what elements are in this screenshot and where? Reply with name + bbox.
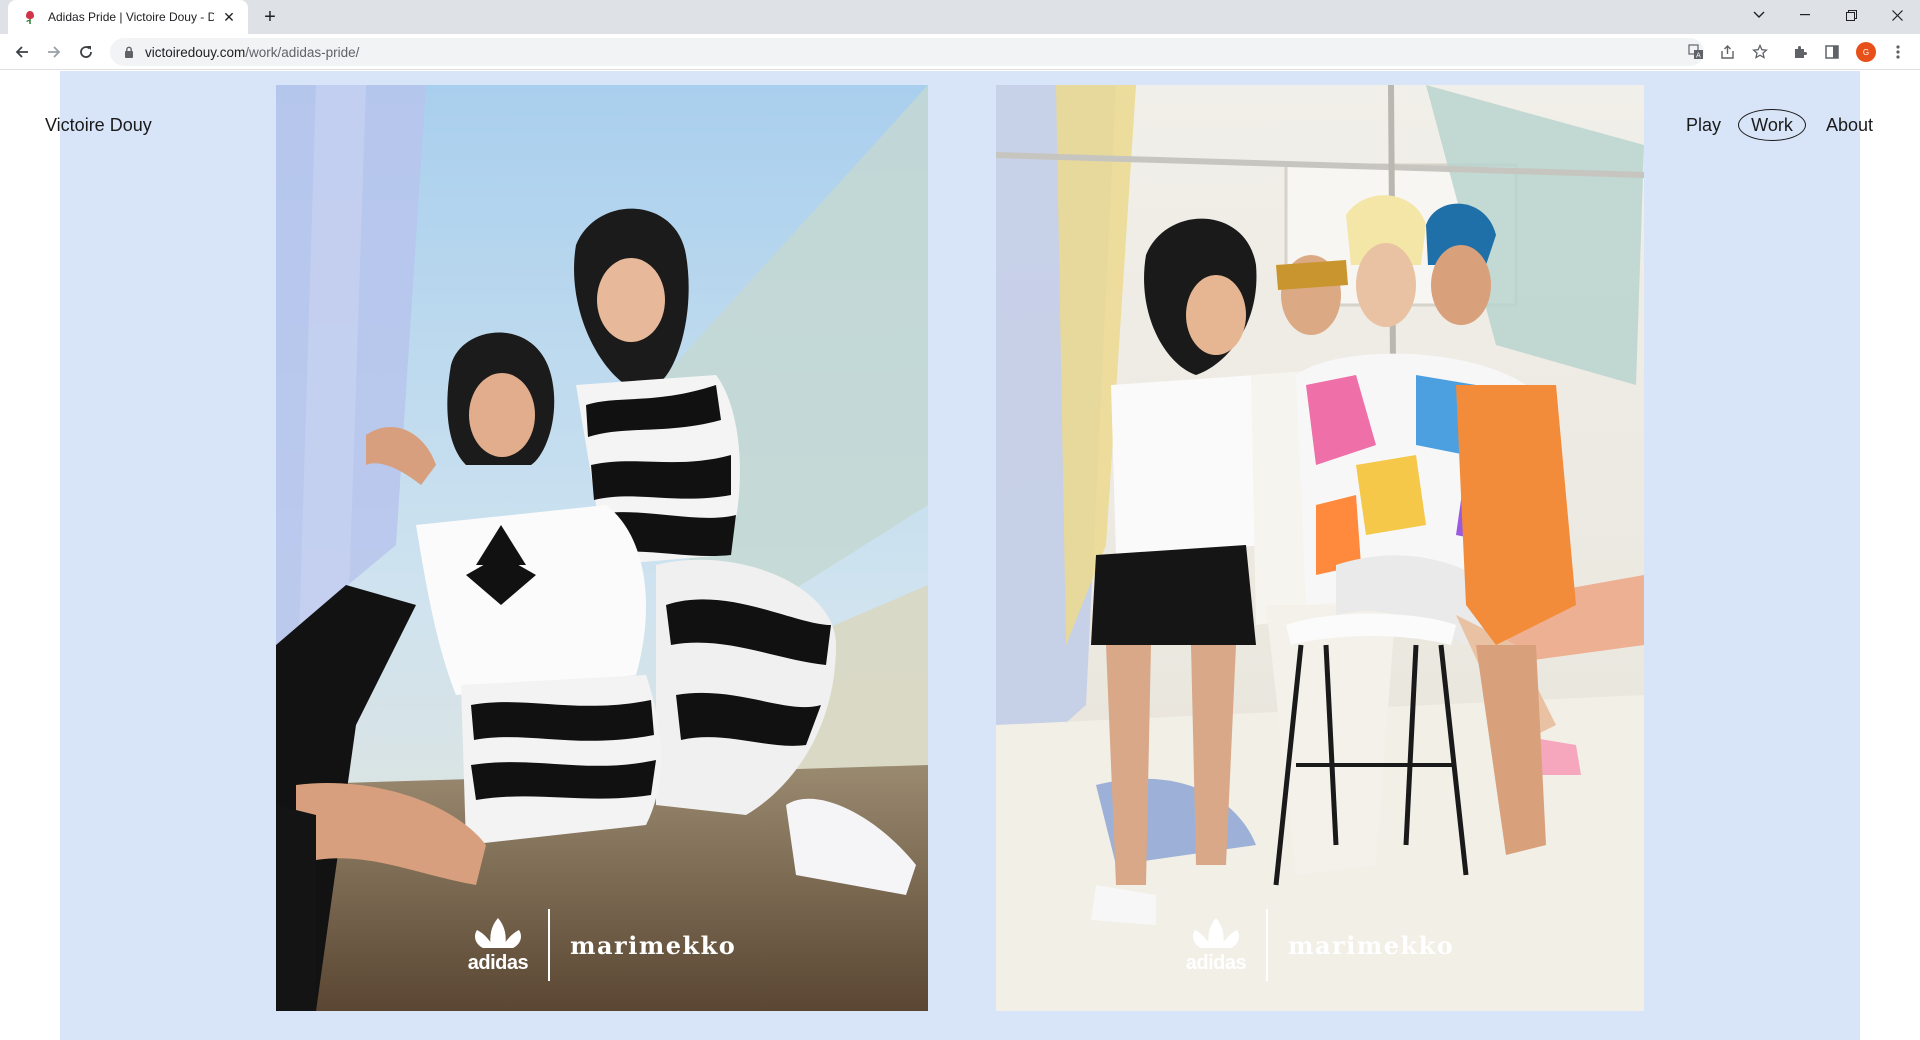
adidas-logo: adidas xyxy=(467,916,529,975)
url-text: victoiredouy.com/work/adidas-pride/ xyxy=(145,45,359,60)
new-tab-icon[interactable]: + xyxy=(258,5,282,29)
tab-strip: Adidas Pride | Victoire Douy - Des ✕ + xyxy=(0,0,1920,34)
restore-icon[interactable] xyxy=(1828,0,1874,30)
brand-left-text: adidas xyxy=(1185,951,1247,974)
page-content: adidas marimekko adidas marimekko Victoi… xyxy=(0,71,1920,1040)
brand-right-text: marimekko xyxy=(1288,930,1455,960)
url-host: victoiredouy.com xyxy=(145,44,246,60)
brand-divider xyxy=(548,909,551,981)
nav-about-link[interactable]: About xyxy=(1826,115,1873,136)
adidas-trefoil-icon xyxy=(1192,917,1239,948)
profile-initial: G xyxy=(1862,47,1870,57)
brand-left-text: adidas xyxy=(467,951,529,974)
campaign-photo-2[interactable]: adidas marimekko xyxy=(996,85,1644,1011)
address-bar[interactable]: victoiredouy.com/work/adidas-pride/ xyxy=(110,38,1704,66)
nav-play-link[interactable]: Play xyxy=(1686,115,1721,136)
back-icon[interactable] xyxy=(10,40,34,64)
svg-text:A: A xyxy=(1696,52,1701,60)
profile-avatar[interactable]: G xyxy=(1856,42,1876,62)
lock-icon[interactable] xyxy=(122,45,136,59)
kebab-menu-icon[interactable] xyxy=(1888,42,1908,62)
url-path: /work/adidas-pride/ xyxy=(245,44,360,60)
nav-work-label: Work xyxy=(1751,114,1793,135)
adidas-logo: adidas xyxy=(1185,916,1247,975)
nav-work-link[interactable]: Work xyxy=(1738,109,1806,141)
brand-divider xyxy=(1266,909,1269,981)
share-icon[interactable] xyxy=(1718,42,1738,62)
brand-right-text: marimekko xyxy=(570,930,737,960)
extensions-icon[interactable] xyxy=(1790,42,1810,62)
adidas-trefoil-icon xyxy=(474,917,521,948)
campaign-photo-1[interactable]: adidas marimekko xyxy=(276,85,928,1011)
brand-lockup: adidas marimekko xyxy=(276,909,928,981)
translate-icon[interactable]: A xyxy=(1686,42,1706,62)
forward-icon[interactable] xyxy=(42,40,66,64)
reload-icon[interactable] xyxy=(74,40,98,64)
flower-favicon-icon xyxy=(22,9,38,25)
browser-toolbar: victoiredouy.com/work/adidas-pride/ A G xyxy=(0,34,1920,70)
site-logo-link[interactable]: Victoire Douy xyxy=(45,115,152,136)
close-window-icon[interactable] xyxy=(1874,0,1920,30)
brand-lockup: adidas marimekko xyxy=(996,909,1644,981)
bookmark-star-icon[interactable] xyxy=(1750,42,1770,62)
side-panel-icon[interactable] xyxy=(1822,42,1842,62)
tab-title: Adidas Pride | Victoire Douy - Des xyxy=(48,10,214,24)
tab-search-icon[interactable] xyxy=(1736,0,1782,30)
browser-tab-active[interactable]: Adidas Pride | Victoire Douy - Des ✕ xyxy=(8,0,248,34)
minimize-icon[interactable] xyxy=(1782,0,1828,30)
close-tab-icon[interactable]: ✕ xyxy=(220,8,238,26)
